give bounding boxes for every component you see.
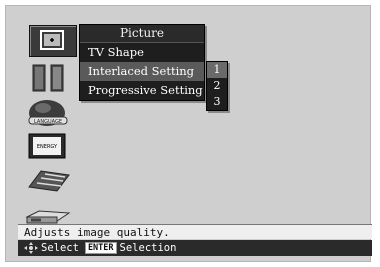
svg-text:LANGUAGE: LANGUAGE bbox=[34, 119, 62, 125]
panels-icon[interactable] bbox=[23, 63, 75, 95]
osd-screen: LANGUAGE ENERGY Picture TV Shape Interla… bbox=[5, 5, 372, 262]
display-icon[interactable]: ENERGY bbox=[23, 131, 75, 163]
enter-key-badge: ENTER bbox=[84, 242, 117, 254]
submenu-option-1[interactable]: 1 bbox=[207, 62, 227, 78]
menu-title: Picture bbox=[80, 25, 204, 43]
interlaced-submenu: 1 2 3 bbox=[206, 61, 228, 111]
picture-menu: Picture TV Shape Interlaced Setting Prog… bbox=[79, 24, 205, 101]
dpad-icon bbox=[24, 242, 38, 254]
submenu-option-2[interactable]: 2 bbox=[207, 78, 227, 94]
help-bar: Select ENTER Selection bbox=[18, 240, 372, 256]
svg-text:ENERGY: ENERGY bbox=[37, 144, 58, 150]
picture-icon[interactable] bbox=[29, 25, 77, 57]
submenu-option-3[interactable]: 3 bbox=[207, 94, 227, 110]
help-selection-label: Selection bbox=[119, 242, 177, 254]
menu-item-progressive-setting[interactable]: Progressive Setting bbox=[80, 81, 204, 100]
globe-icon[interactable]: LANGUAGE bbox=[23, 97, 75, 129]
status-description: Adjusts image quality. bbox=[18, 224, 372, 239]
keyboard-icon[interactable] bbox=[23, 165, 75, 197]
help-select-label: Select bbox=[41, 242, 79, 254]
menu-item-tv-shape[interactable]: TV Shape bbox=[80, 43, 204, 62]
menu-item-interlaced-setting[interactable]: Interlaced Setting bbox=[80, 62, 204, 81]
